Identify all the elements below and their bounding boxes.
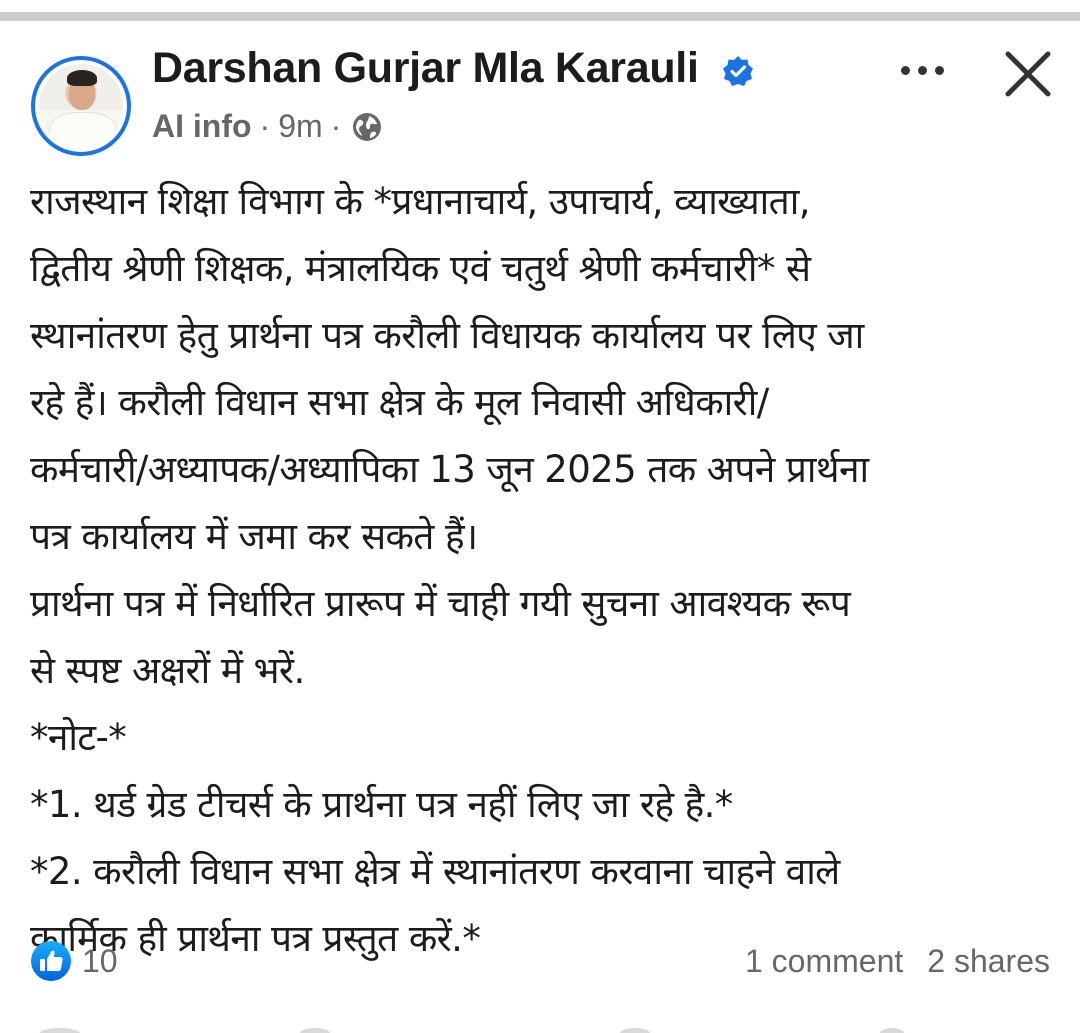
comments-count[interactable]: 1 comment [745,943,903,980]
more-options-icon[interactable] [893,48,951,92]
top-strip [0,0,1080,10]
post-text-line: कर्मचारी/अध्यापक/अध्यापिका 13 जून 2025 त… [30,448,869,491]
author-name[interactable]: Darshan Gurjar Mla Karauli [152,44,699,93]
shares-count[interactable]: 2 shares [927,943,1050,980]
post-text-line: *1. थर्ड ग्रेड टीचर्स के प्रार्थना पत्र … [30,783,733,826]
globe-icon[interactable] [351,111,383,143]
post-text-line: प्रार्थना पत्र में निर्धारित प्रारूप में… [30,582,851,625]
post-text-line: राजस्थान शिक्षा विभाग के *प्रधानाचार्य, … [30,180,811,223]
post-text-line: रहे हैं। करौली विधान सभा क्षेत्र के मूल … [30,381,769,424]
post-text-line: *2. करौली विधान सभा क्षेत्र में स्थानांत… [30,850,840,893]
post-time[interactable]: 9m [278,108,322,145]
verified-badge-icon [723,56,753,86]
post-text-line: पत्र कार्यालय में जमा कर सकते हैं। [30,515,478,558]
post-text-line: *नोट-* [30,716,127,759]
reactions-summary[interactable]: 10 [30,940,118,982]
post-text: राजस्थान शिक्षा विभाग के *प्रधानाचार्य, … [30,168,1060,972]
like-icon [31,941,71,981]
ai-info-link[interactable]: AI info [152,108,252,145]
meta-separator: · [259,108,271,144]
post-text-line: से स्पष्ट अक्षरों में भरें. [30,649,305,692]
post-text-line: स्थानांतरण हेतु प्रार्थना पत्र करौली विध… [30,314,864,357]
post-text-line: द्वितीय श्रेणी शिक्षक, मंत्रालयिक एवं चत… [30,247,811,290]
reaction-count: 10 [82,942,118,979]
avatar-photo [39,64,123,148]
avatar[interactable] [31,56,131,156]
post-meta: AI info · 9m · [152,108,383,145]
meta-separator: · [330,108,342,144]
action-bar-peek [0,1018,1080,1033]
top-divider [0,12,1080,21]
engagement-counts: 1 comment 2 shares [721,940,1050,982]
close-icon[interactable] [1000,46,1056,102]
